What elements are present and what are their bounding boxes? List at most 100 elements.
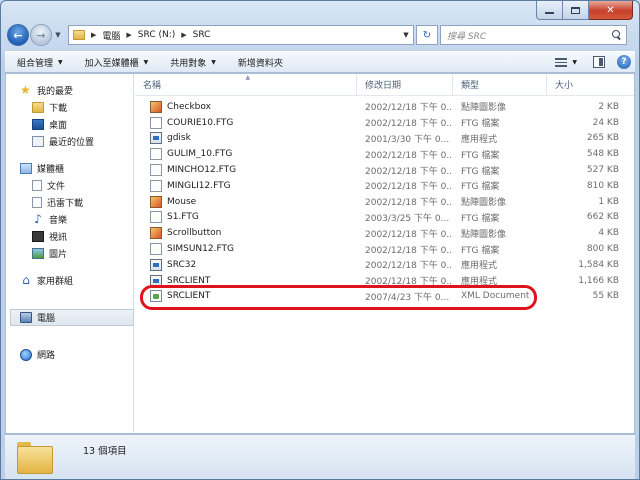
caret-down-icon[interactable]: ▼ [572,59,577,66]
file-row[interactable]: SRCLIENT 2007/4/23 下午 0... XML Document 55 … [135,289,634,305]
recent-pages-dropdown[interactable]: ▼ [52,31,64,39]
file-row[interactable]: SRC32 2002/12/18 下午 0... 應用程式 1,584 KB [135,257,634,273]
column-headers: ▲ 名稱 修改日期 類型 大小 [135,73,634,96]
sidebar-item-label: 視訊 [49,233,68,243]
breadcrumb-separator-icon[interactable]: ▶ [91,31,96,39]
file-type: XML Document [461,291,530,302]
file-name: Checkbox [167,101,211,112]
share-with-button[interactable]: 共用對象 ▼ [170,56,216,69]
content-area: ★ 我的最愛 下載 桌面 最近的位置 媒體櫃 文件 迅雷下載 ♪ 音樂 視訊 圖… [5,73,635,434]
search-icon[interactable] [612,30,622,40]
file-date: 2002/12/18 下午 0... [365,182,453,193]
exe-icon [150,258,162,271]
sidebar-item-pictures[interactable]: 圖片 [6,245,133,262]
file-size: 24 KB [592,117,619,128]
sidebar-item-label: 下載 [49,104,68,114]
caret-down-icon: ▼ [143,58,149,66]
file-row[interactable]: S1.FTG 2003/3/25 下午 0... FTG 檔案 662 KB [135,210,634,226]
maximize-button[interactable] [563,1,589,20]
help-icon[interactable]: ? [617,55,631,69]
view-options-icon[interactable] [555,57,568,67]
file-date: 2002/12/18 下午 0... [365,277,453,288]
sidebar-item-recent-places[interactable]: 最近的位置 [6,133,133,150]
file-size: 1 KB [598,196,619,207]
sidebar-item-computer[interactable]: 電腦 [10,309,134,326]
chevron-down-icon: ▼ [55,31,61,39]
file-size: 2 KB [598,101,619,112]
preview-pane-icon[interactable] [593,56,605,68]
file-icon [150,116,162,129]
file-row[interactable]: Scrollbutton 2002/12/18 下午 0... 點陣圖影像 4 KB [135,225,634,241]
sidebar-item-label: 我的最愛 [37,87,74,97]
minimize-button[interactable] [536,1,563,20]
file-name-cell: MINGLI12.FTG [135,179,357,192]
file-name: SIMSUN12.FTG [167,244,234,255]
close-button[interactable]: ✕ [589,1,633,20]
add-to-library-button[interactable]: 加入至媒體櫃 ▼ [85,56,149,69]
sidebar-item-thunder-downloads[interactable]: 迅雷下載 [6,194,133,211]
breadcrumb-computer[interactable]: 電腦 [102,29,120,42]
column-header-type[interactable]: 類型 [453,73,547,96]
bitmap-icon [150,227,162,240]
file-row[interactable]: Mouse 2002/12/18 下午 0... 點陣圖影像 1 KB [135,194,634,210]
file-name-cell: SRCLIENT [135,290,357,303]
file-row[interactable]: MINGLI12.FTG 2002/12/18 下午 0... FTG 檔案 810 … [135,178,634,194]
libraries-icon [20,163,32,174]
sidebar-item-homegroup[interactable]: ⌂ 家用群組 [6,272,133,289]
forward-button[interactable]: → [30,24,52,46]
file-date: 2002/12/18 下午 0... [365,198,453,209]
address-dropdown-button[interactable]: ▼ [399,26,413,44]
file-name-cell: Scrollbutton [135,227,357,240]
file-row[interactable]: Checkbox 2002/12/18 下午 0... 點陣圖影像 2 KB [135,99,634,115]
search-input[interactable]: 搜尋 SRC [440,25,627,45]
new-folder-button[interactable]: 新增資料夾 [238,56,283,69]
file-row[interactable]: COURIE10.FTG 2002/12/18 下午 0... FTG 檔案 24 K… [135,115,634,131]
file-row[interactable]: SRCLIENT 2002/12/18 下午 0... 應用程式 1,166 KB [135,273,634,289]
file-name: SRCLIENT [167,291,211,302]
file-row[interactable]: GULIM_10.FTG 2002/12/18 下午 0... FTG 檔案 548 … [135,146,634,162]
file-date: 2002/12/18 下午 0... [365,245,453,256]
file-icon [150,211,162,224]
file-icon [150,148,162,161]
column-header-label: 大小 [555,81,574,91]
file-date: 2002/12/18 下午 0... [365,119,453,130]
address-bar[interactable]: ▶ 電腦 ▶ SRC (N:) ▶ SRC ▼ [68,25,414,45]
sidebar-item-downloads[interactable]: 下載 [6,99,133,116]
folder-icon [73,30,85,40]
file-type: FTG 檔案 [461,182,500,193]
sidebar-item-favorites[interactable]: ★ 我的最愛 [6,82,133,99]
column-header-name[interactable]: ▲ 名稱 [135,73,357,96]
file-icon [150,164,162,177]
sidebar-item-documents[interactable]: 文件 [6,177,133,194]
back-button[interactable]: ← [7,24,29,46]
minimize-icon [545,11,554,14]
breadcrumb-separator-icon[interactable]: ▶ [126,31,131,39]
sidebar-item-music[interactable]: ♪ 音樂 [6,211,133,228]
organize-button[interactable]: 組合管理 ▼ [17,56,63,69]
file-size: 1,166 KB [578,275,619,286]
search-placeholder: 搜尋 SRC [447,31,487,42]
breadcrumb-folder[interactable]: SRC [193,30,211,40]
file-name-cell: MINCHO12.FTG [135,164,357,177]
breadcrumb-separator-icon[interactable]: ▶ [181,31,186,39]
sidebar-item-label: 媒體櫃 [37,165,65,175]
file-row[interactable]: SIMSUN12.FTG 2002/12/18 下午 0... FTG 檔案 800 … [135,241,634,257]
sidebar-item-label: 電腦 [37,314,56,324]
new-folder-label: 新增資料夾 [237,58,283,69]
file-name-cell: GULIM_10.FTG [135,148,357,161]
column-header-size[interactable]: 大小 [547,74,627,96]
sidebar-item-network[interactable]: 網路 [6,346,133,363]
file-row[interactable]: gdisk 2001/3/30 下午 0... 應用程式 265 KB [135,131,634,147]
sidebar-item-libraries[interactable]: 媒體櫃 [6,160,133,177]
organize-label: 組合管理 [17,58,54,69]
sidebar-item-desktop[interactable]: 桌面 [6,116,133,133]
recent-places-icon [32,136,44,147]
refresh-button[interactable]: ↻ [416,25,438,45]
breadcrumb-drive[interactable]: SRC (N:) [138,30,175,40]
column-header-date[interactable]: 修改日期 [357,73,453,96]
file-type: FTG 檔案 [461,119,500,130]
window-caption-buttons: ✕ [536,1,633,21]
sidebar-item-videos[interactable]: 視訊 [6,228,133,245]
file-row[interactable]: MINCHO12.FTG 2002/12/18 下午 0... FTG 檔案 527 … [135,162,634,178]
